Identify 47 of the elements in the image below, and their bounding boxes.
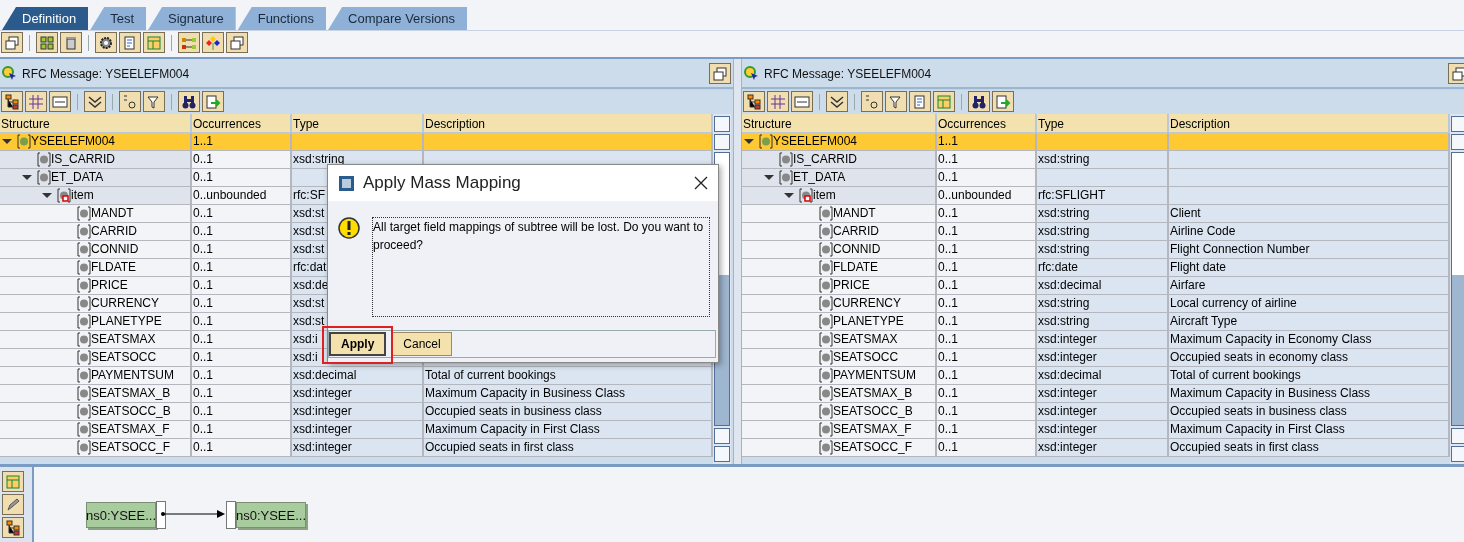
node-name: item bbox=[71, 188, 94, 203]
node-name: SEATSOCC_F bbox=[91, 440, 171, 455]
node-name: IS_CARRID bbox=[793, 152, 857, 167]
node-name: PAYMENTSUM bbox=[91, 368, 174, 383]
node-name: PRICE bbox=[91, 278, 128, 293]
node-name: CONNID bbox=[91, 242, 139, 257]
node-name: PLANETYPE bbox=[833, 314, 904, 329]
node-name: CURRENCY bbox=[833, 296, 901, 311]
node-name: CURRENCY bbox=[91, 296, 159, 311]
node-name: FLDATE bbox=[91, 260, 137, 275]
panel-title: RFC Message: YSEELEFM004 bbox=[22, 66, 191, 81]
node-name: PLANETYPE bbox=[91, 314, 162, 329]
node-name: FLDATE bbox=[833, 260, 879, 275]
column-header: Type bbox=[292, 113, 424, 133]
column-header: Structure bbox=[0, 113, 192, 133]
node-name: PAYMENTSUM bbox=[833, 368, 916, 383]
node-name: SEATSMAX_B bbox=[91, 386, 171, 401]
node-name: IS_CARRID bbox=[51, 152, 115, 167]
column-header: Description bbox=[1169, 113, 1450, 133]
panel-title: RFC Message: YSEELEFM004 bbox=[764, 66, 933, 81]
node-name: SEATSOCC bbox=[91, 350, 157, 365]
node-name: CONNID bbox=[833, 242, 881, 257]
node-name: MANDT bbox=[91, 206, 134, 221]
node-name: CARRID bbox=[833, 224, 879, 239]
node-name: ET_DATA bbox=[51, 170, 104, 185]
node-name: SEATSOCC_B bbox=[833, 404, 913, 419]
column-header: Structure bbox=[742, 113, 937, 133]
node-name: YSEELEFM004 bbox=[31, 134, 116, 149]
node-name: SEATSOCC_F bbox=[833, 440, 913, 455]
node-name: PRICE bbox=[833, 278, 870, 293]
node-name: SEATSMAX bbox=[833, 332, 898, 347]
node-name: SEATSMAX_F bbox=[833, 422, 912, 437]
column-header: Type bbox=[1037, 113, 1169, 133]
node-name: item bbox=[813, 188, 836, 203]
column-header: Occurrences bbox=[192, 113, 292, 133]
node-name: ET_DATA bbox=[793, 170, 846, 185]
column-header: Occurrences bbox=[937, 113, 1037, 133]
node-name: MANDT bbox=[833, 206, 876, 221]
node-name: YSEELEFM004 bbox=[773, 134, 858, 149]
node-name: SEATSMAX bbox=[91, 332, 156, 347]
node-name: CARRID bbox=[91, 224, 137, 239]
node-name: SEATSMAX_B bbox=[833, 386, 913, 401]
node-name: SEATSOCC bbox=[833, 350, 899, 365]
node-name: SEATSOCC_B bbox=[91, 404, 171, 419]
node-name: SEATSMAX_F bbox=[91, 422, 170, 437]
column-header: Description bbox=[424, 113, 713, 133]
dialog-message: All target field mappings of subtree will be lost. Do you want to proceed? bbox=[372, 217, 710, 317]
